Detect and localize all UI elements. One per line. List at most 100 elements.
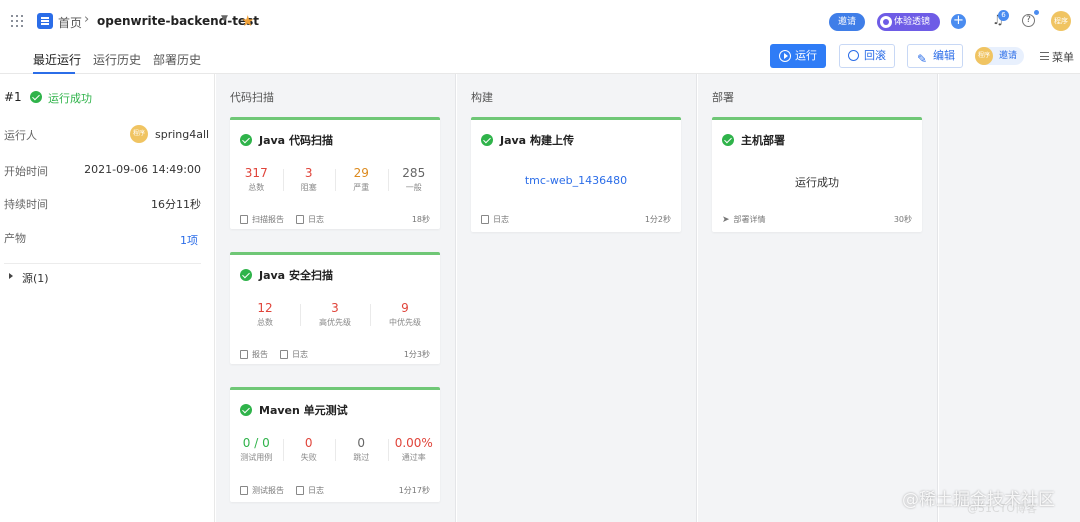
report-icon — [240, 486, 248, 495]
metric-failed[interactable]: 0 失败 — [282, 435, 336, 465]
tabs-bar: 最近运行 运行历史 部署历史 运行 回滚 ✎ 编辑 程序 邀请 菜单 — [0, 42, 1080, 74]
log-icon — [481, 215, 489, 224]
job-card-java-code-scan[interactable]: Java 代码扫描 317 总数 3 阻塞 29 严重 285 一般 扫描报告 … — [230, 117, 440, 229]
job-card-host-deploy[interactable]: 主机部署 运行成功 ➤ 部署详情 30秒 — [712, 117, 922, 232]
duration-value: 16分11秒 — [151, 198, 201, 211]
empty-stage-area — [939, 74, 1080, 522]
runner-label: 运行人 — [4, 129, 37, 142]
metric-test-cases[interactable]: 0 / 0 测试用例 — [230, 435, 283, 465]
log-link[interactable]: 日志 — [296, 485, 324, 496]
tab-deploy-history[interactable]: 部署历史 — [153, 51, 201, 68]
breadcrumb-home[interactable]: 首页 — [58, 14, 82, 31]
job-title: Maven 单元测试 — [259, 404, 348, 417]
link-label: 扫描报告 — [252, 215, 284, 224]
job-card-java-build-upload[interactable]: Java 构建上传 tmc-web_1436480 日志 1分2秒 — [471, 117, 681, 232]
artifact-label: 产物 — [4, 232, 26, 245]
log-icon — [296, 215, 304, 224]
play-icon — [779, 50, 791, 62]
artifact-link[interactable]: tmc-web_1436480 — [471, 174, 681, 187]
link-label: 部署详情 — [733, 215, 766, 224]
stage-code-scan: 代码扫描 Java 代码扫描 317 总数 3 阻塞 29 严重 285 一般 — [216, 74, 456, 522]
link-label: 日志 — [292, 350, 308, 359]
metric-normal[interactable]: 285 一般 — [387, 165, 441, 195]
deploy-detail-link[interactable]: ➤ 部署详情 — [722, 214, 766, 225]
user-avatar[interactable]: 程序 — [1051, 11, 1071, 31]
job-card-java-security-scan[interactable]: Java 安全扫描 12 总数 3 高优先级 9 中优先级 报告 日志 1分3秒 — [230, 252, 440, 364]
stage-deploy: 部署 主机部署 运行成功 ➤ 部署详情 30秒 — [698, 74, 938, 522]
link-label: 报告 — [252, 350, 268, 359]
success-check-icon — [240, 269, 252, 281]
source-toggle[interactable]: 源(1) — [22, 270, 49, 286]
metric-value: 317 — [244, 166, 268, 180]
log-link[interactable]: 日志 — [280, 349, 308, 360]
metric-medium-priority[interactable]: 9 中优先级 — [370, 300, 440, 330]
invite-member-button[interactable]: 程序 邀请 — [975, 47, 1024, 65]
app-grid-icon[interactable] — [11, 15, 23, 27]
card-header: 主机部署 — [722, 132, 785, 148]
log-icon — [296, 486, 304, 495]
pencil-icon: ✎ — [917, 52, 928, 66]
metric-total[interactable]: 317 总数 — [230, 165, 283, 195]
log-link[interactable]: 日志 — [481, 214, 509, 225]
add-icon[interactable]: + — [951, 14, 966, 29]
success-check-icon — [481, 134, 493, 146]
metric-total[interactable]: 12 总数 — [230, 300, 300, 330]
scan-report-link[interactable]: 扫描报告 — [240, 214, 284, 225]
rollback-label: 回滚 — [864, 49, 886, 62]
help-dot — [1034, 10, 1039, 15]
menu-button[interactable]: 菜单 — [1052, 49, 1074, 65]
log-link[interactable]: 日志 — [296, 214, 324, 225]
metric-label: 失败 — [300, 453, 317, 462]
edit-button[interactable]: ✎ 编辑 — [907, 44, 963, 68]
caret-right-icon[interactable] — [9, 273, 13, 279]
card-header: Java 安全扫描 — [240, 267, 333, 283]
metric-critical[interactable]: 29 严重 — [335, 165, 388, 195]
job-title: 主机部署 — [741, 134, 785, 147]
stage-title: 代码扫描 — [230, 91, 274, 104]
stage-title: 构建 — [471, 91, 493, 104]
tab-run-history[interactable]: 运行历史 — [93, 51, 141, 68]
send-icon: ➤ — [722, 214, 730, 225]
metric-label: 通过率 — [401, 453, 426, 462]
metric-label: 总数 — [257, 318, 273, 327]
trial-button[interactable]: 体验透镜 — [877, 13, 940, 31]
metric-value: 0 — [357, 436, 366, 450]
metric-value: 285 — [402, 166, 426, 180]
metric-value: 0 / 0 — [242, 436, 270, 450]
metric-label: 严重 — [353, 183, 370, 192]
report-link[interactable]: 报告 — [240, 349, 268, 360]
metrics-row: 0 / 0 测试用例 0 失败 0 跳过 0.00% 通过率 — [230, 435, 440, 465]
metric-high-priority[interactable]: 3 高优先级 — [300, 300, 370, 330]
runner-name[interactable]: spring4all — [155, 128, 209, 141]
metric-pass-rate[interactable]: 0.00% 通过率 — [387, 435, 441, 465]
history-icon — [848, 50, 859, 61]
rollback-button[interactable]: 回滚 — [839, 44, 895, 68]
metric-skipped[interactable]: 0 跳过 — [335, 435, 388, 465]
card-header: Java 构建上传 — [481, 132, 574, 148]
tab-recent-run[interactable]: 最近运行 — [33, 51, 81, 68]
log-icon — [280, 350, 288, 359]
star-icon[interactable]: ★ — [241, 12, 254, 30]
artifact-link[interactable]: 1项 — [180, 232, 198, 248]
run-button[interactable]: 运行 — [770, 44, 826, 68]
card-footer: 报告 日志 1分3秒 — [240, 349, 430, 360]
job-duration: 18秒 — [411, 215, 430, 224]
duration-label: 持续时间 — [4, 198, 48, 211]
start-time-value: 2021-09-06 14:49:00 — [84, 163, 201, 176]
chevron-down-icon[interactable]: ▼ — [221, 14, 228, 24]
invite-button[interactable]: 邀请 — [829, 13, 865, 31]
report-icon — [240, 350, 248, 359]
job-card-maven-unit-test[interactable]: Maven 单元测试 0 / 0 测试用例 0 失败 0 跳过 0.00% 通过… — [230, 387, 440, 502]
menu-icon[interactable] — [1040, 52, 1049, 60]
test-report-link[interactable]: 测试报告 — [240, 485, 284, 496]
metric-label: 阻塞 — [300, 183, 317, 192]
metric-blocker[interactable]: 3 阻塞 — [282, 165, 336, 195]
help-icon[interactable]: ? — [1022, 14, 1035, 27]
metric-label: 高优先级 — [319, 318, 351, 327]
breadcrumb-project[interactable]: openwrite-backend-test — [97, 14, 259, 28]
link-label: 日志 — [308, 215, 324, 224]
job-title: Java 构建上传 — [500, 134, 574, 147]
metric-value: 3 — [331, 301, 339, 315]
card-footer: 测试报告 日志 1分17秒 — [240, 485, 430, 496]
top-bar: 首页 › openwrite-backend-test ▼ ★ 邀请 体验透镜 … — [0, 0, 1080, 42]
